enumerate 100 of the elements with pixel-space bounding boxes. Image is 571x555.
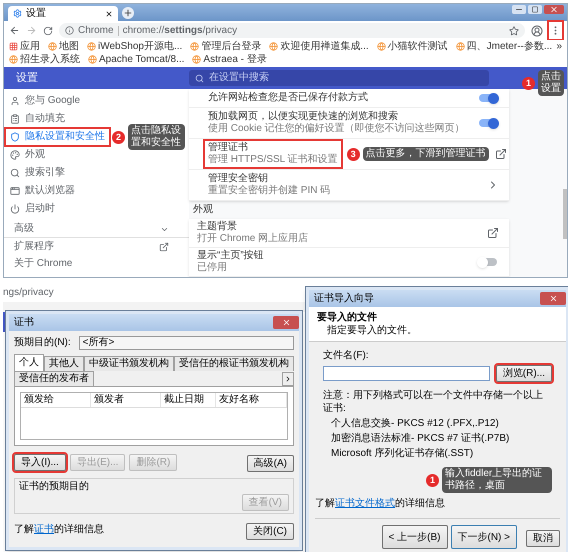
callout-note: 点击设置 <box>538 70 564 96</box>
dialog-title: 证书 <box>14 318 34 328</box>
tab-title: 设置 <box>26 8 46 18</box>
file-name-input[interactable] <box>323 366 490 381</box>
maximize-icon[interactable] <box>528 5 542 14</box>
setting-row[interactable]: 主题背景 打开 Chrome 网上应用店 <box>189 219 509 248</box>
chevron-right-icon <box>284 375 292 383</box>
row-title: 显示“主页”按钮 <box>197 250 264 262</box>
url-text: chrome://settings/privacy <box>122 26 238 36</box>
next-button[interactable]: 下一步(N) > <box>450 525 517 549</box>
bookmark-item[interactable]: 小猫软件测试 <box>376 40 448 53</box>
column-header[interactable]: 截止日期 <box>161 393 216 407</box>
setting-row[interactable]: 显示“主页”按钮 已停用 <box>189 248 509 277</box>
bookmark-item[interactable]: 招生录入系统 <box>9 53 80 66</box>
column-header[interactable]: 颁发者 <box>91 393 161 407</box>
bookmark-item[interactable]: 四、Jmeter--参数... <box>456 40 552 53</box>
details-note: 了解证书的详细信息 <box>14 525 104 535</box>
dialog-tab[interactable]: 受信任的根证书颁发机构 <box>174 356 294 371</box>
menu-button[interactable] <box>549 22 562 39</box>
toggle-switch[interactable] <box>477 256 499 268</box>
browse-button[interactable]: 浏览(R)... <box>496 365 552 382</box>
profile-icon[interactable] <box>531 24 543 36</box>
cancel-button[interactable]: 取消 <box>526 530 560 547</box>
format-item: 加密消息语法标准- PKCS #7 证书(.P7B) <box>330 433 510 445</box>
purpose-label: 预期目的(N): <box>14 338 71 348</box>
dialog-tab[interactable]: 其他人 <box>44 356 84 371</box>
external-link-icon <box>159 242 169 252</box>
new-tab-icon[interactable] <box>122 7 134 19</box>
back-icon[interactable] <box>9 25 20 36</box>
extensions-link[interactable]: 扩展程序 <box>4 238 189 256</box>
advanced-section[interactable]: 高级 <box>4 221 189 238</box>
step-number-badge: 1 <box>522 76 535 90</box>
callout-note: 输入fiddler上导出的证书路径，桌面 <box>442 467 552 493</box>
bookmark-item[interactable]: 地图 <box>48 40 79 53</box>
setting-row[interactable]: 管理安全密钥 重置安全密钥并创建 PIN 码 <box>189 170 509 201</box>
sidebar-icon <box>10 186 20 196</box>
globe-icon <box>456 42 465 51</box>
globe-icon <box>48 42 57 51</box>
settings-icon <box>13 9 22 18</box>
dialog-tab[interactable]: 个人 <box>14 354 44 371</box>
external-link-icon[interactable] <box>487 227 499 239</box>
bookmark-item[interactable]: 欢迎使用禅道集成... <box>269 40 369 53</box>
sidebar-item[interactable]: 隐私设置和安全性 <box>6 129 109 145</box>
bookmark-item[interactable]: Apache Tomcat/8... <box>88 53 184 66</box>
sidebar-item[interactable]: 搜索引擎 <box>6 165 69 181</box>
address-bar[interactable]: Chrome chrome://settings/privacy <box>59 23 525 38</box>
close-dialog-button[interactable]: 关闭(C) <box>246 523 294 540</box>
search-field[interactable]: 在设置中搜索 <box>189 70 489 86</box>
site-scheme: Chrome <box>78 26 119 36</box>
wizard-subheading: 指定要导入的文件。 <box>326 324 418 337</box>
wizard-title: 证书导入向导 <box>314 294 374 304</box>
bookmark-item[interactable]: iWebShop开源电... <box>87 40 182 53</box>
column-header[interactable]: 友好名称 <box>216 393 287 407</box>
settings-title: 设置 <box>15 72 39 84</box>
purpose-dropdown[interactable]: <所有> <box>78 336 294 350</box>
close-button[interactable] <box>540 292 566 305</box>
format-item: Microsoft 序列化证书存储(.SST) <box>330 448 474 460</box>
wizard-heading: 要导入的文件 <box>317 311 378 324</box>
bookmark-item[interactable]: Astraea - 登录 <box>192 53 267 66</box>
globe-icon <box>87 42 96 51</box>
bookmark-item[interactable]: 管理后台登录 <box>190 40 262 53</box>
globe-icon <box>192 55 202 64</box>
format-note: 注意：用下列格式可以在一个文件中存储一个以上证书: <box>323 389 544 415</box>
dialog-tab[interactable]: 受信任的发布者 <box>14 371 94 386</box>
sidebar-item[interactable]: 启动时 <box>6 201 59 217</box>
sidebar-icon <box>10 150 20 160</box>
sidebar-item[interactable]: 自动填充 <box>6 111 69 127</box>
toggle-switch[interactable] <box>477 92 499 104</box>
more-bookmarks[interactable]: » <box>556 40 562 53</box>
sidebar-item[interactable]: 外观 <box>6 147 49 163</box>
bookmark-item[interactable]: 应用 <box>9 40 40 53</box>
toggle-switch[interactable] <box>477 117 499 129</box>
setting-row[interactable]: 预加载网页，以便实现更快速的浏览和搜索 使用 Cookie 记住您的偏好设置（即使您不访问这些网页） <box>189 108 509 139</box>
dialog-tab[interactable]: 中级证书颁发机构 <box>84 356 174 371</box>
sidebar-icon <box>10 168 20 178</box>
dialog-button[interactable]: 导入(I)... <box>14 454 66 470</box>
sidebar-item[interactable]: 您与 Google <box>6 93 84 109</box>
sidebar-icon <box>10 132 20 142</box>
details-link[interactable]: 证书 <box>34 524 54 535</box>
advanced-button[interactable]: 高级(A) <box>246 455 294 472</box>
step-number-badge: 3 <box>346 148 360 160</box>
row-label: 管理证书 管理 HTTPS/SSL 证书和设置 <box>205 141 341 167</box>
bookmark-star-icon[interactable] <box>509 26 519 36</box>
close-button[interactable] <box>273 316 299 329</box>
setting-row[interactable]: 管理证书 管理 HTTPS/SSL 证书和设置 3 点击更多，下滑到管理证书 <box>189 139 509 170</box>
back-button[interactable]: < 上一步(B) <box>382 525 448 549</box>
globe-icon <box>9 55 18 64</box>
browser-tab[interactable]: 设置 <box>8 6 118 21</box>
file-name-label: 文件名(F): <box>323 350 370 362</box>
column-header[interactable]: 颁发给 <box>21 393 91 407</box>
setting-row[interactable]: 允许网站检查您是否已保存付款方式 <box>189 89 509 108</box>
close-icon[interactable] <box>105 10 113 18</box>
sidebar-item[interactable]: 默认浏览器 <box>6 183 79 199</box>
minimize-icon[interactable] <box>512 5 526 14</box>
external-link-icon[interactable] <box>494 148 507 160</box>
about-chrome-link[interactable]: 关于 Chrome <box>4 256 189 272</box>
scrollbar[interactable] <box>563 189 567 239</box>
reload-icon[interactable] <box>43 26 53 36</box>
info-icon <box>65 26 74 35</box>
file-format-link[interactable]: 证书文件格式 <box>335 498 395 509</box>
